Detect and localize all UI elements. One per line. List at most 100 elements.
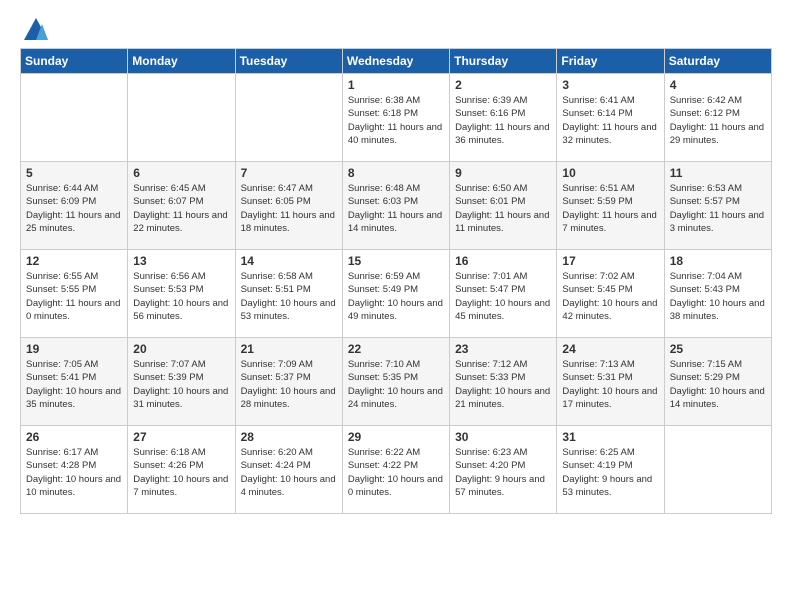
calendar-cell: 24Sunrise: 7:13 AM Sunset: 5:31 PM Dayli… (557, 338, 664, 426)
calendar-table: SundayMondayTuesdayWednesdayThursdayFrid… (20, 48, 772, 514)
calendar-cell: 3Sunrise: 6:41 AM Sunset: 6:14 PM Daylig… (557, 74, 664, 162)
calendar-cell: 17 Sunrise: 7:02 AM Sunset: 5:45 PM Dayli… (557, 250, 664, 338)
calendar-cell: 4Sunrise: 6:42 AM Sunset: 6:12 PM Daylig… (664, 74, 771, 162)
col-thursday: Thursday (450, 49, 557, 74)
day-number: 1 (348, 78, 444, 92)
day-info: Sunrise: 6:55 AM Sunset: 5:55 PM Dayligh… (26, 270, 122, 323)
calendar-cell: 18Sunrise: 7:04 AM Sunset: 5:43 PM Dayli… (664, 250, 771, 338)
day-number: 12 (26, 254, 122, 268)
calendar-cell: 8 Sunrise: 6:48 AM Sunset: 6:03 PM Daylig… (342, 162, 449, 250)
day-info: Sunrise: 6:17 AM Sunset: 4:28 PM Dayligh… (26, 446, 122, 499)
calendar-cell: 25Sunrise: 7:15 AM Sunset: 5:29 PM Dayli… (664, 338, 771, 426)
page: SundayMondayTuesdayWednesdayThursdayFrid… (0, 0, 792, 530)
calendar-cell: 12 Sunrise: 6:55 AM Sunset: 5:55 PM Dayli… (21, 250, 128, 338)
calendar-cell: 29 Sunrise: 6:22 AM Sunset: 4:22 PM Dayli… (342, 426, 449, 514)
day-info: Sunrise: 7:02 AM Sunset: 5:45 PM Dayligh… (562, 270, 658, 323)
day-number: 29 (348, 430, 444, 444)
day-info: Sunrise: 7:07 AM Sunset: 5:39 PM Dayligh… (133, 358, 229, 411)
calendar-cell (21, 74, 128, 162)
day-info: Sunrise: 7:13 AM Sunset: 5:31 PM Dayligh… (562, 358, 658, 411)
day-number: 23 (455, 342, 551, 356)
week-row: 5Sunrise: 6:44 AM Sunset: 6:09 PM Daylig… (21, 162, 772, 250)
logo-icon (22, 16, 50, 44)
calendar-cell (235, 74, 342, 162)
day-number: 17 (562, 254, 658, 268)
calendar-cell: 19 Sunrise: 7:05 AM Sunset: 5:41 PM Dayli… (21, 338, 128, 426)
day-number: 13 (133, 254, 229, 268)
day-info: Sunrise: 6:25 AM Sunset: 4:19 PM Dayligh… (562, 446, 658, 499)
day-info: Sunrise: 7:12 AM Sunset: 5:33 PM Dayligh… (455, 358, 551, 411)
col-saturday: Saturday (664, 49, 771, 74)
day-info: Sunrise: 7:05 AM Sunset: 5:41 PM Dayligh… (26, 358, 122, 411)
day-info: Sunrise: 6:44 AM Sunset: 6:09 PM Dayligh… (26, 182, 122, 235)
day-number: 15 (348, 254, 444, 268)
calendar-cell: 5Sunrise: 6:44 AM Sunset: 6:09 PM Daylig… (21, 162, 128, 250)
day-info: Sunrise: 6:39 AM Sunset: 6:16 PM Dayligh… (455, 94, 551, 147)
day-info: Sunrise: 6:38 AM Sunset: 6:18 PM Dayligh… (348, 94, 444, 147)
header (20, 16, 772, 38)
day-number: 22 (348, 342, 444, 356)
calendar-cell: 30 Sunrise: 6:23 AM Sunset: 4:20 PM Dayli… (450, 426, 557, 514)
day-info: Sunrise: 6:51 AM Sunset: 5:59 PM Dayligh… (562, 182, 658, 235)
calendar-cell: 22Sunrise: 7:10 AM Sunset: 5:35 PM Dayli… (342, 338, 449, 426)
calendar-cell: 20 Sunrise: 7:07 AM Sunset: 5:39 PM Dayli… (128, 338, 235, 426)
calendar-cell: 27 Sunrise: 6:18 AM Sunset: 4:26 PM Dayli… (128, 426, 235, 514)
calendar-cell: 10 Sunrise: 6:51 AM Sunset: 5:59 PM Dayli… (557, 162, 664, 250)
day-number: 8 (348, 166, 444, 180)
day-info: Sunrise: 6:53 AM Sunset: 5:57 PM Dayligh… (670, 182, 766, 235)
col-friday: Friday (557, 49, 664, 74)
calendar-cell: 2 Sunrise: 6:39 AM Sunset: 6:16 PM Daylig… (450, 74, 557, 162)
day-info: Sunrise: 6:47 AM Sunset: 6:05 PM Dayligh… (241, 182, 337, 235)
day-number: 26 (26, 430, 122, 444)
day-number: 2 (455, 78, 551, 92)
calendar-cell: 1 Sunrise: 6:38 AM Sunset: 6:18 PM Daylig… (342, 74, 449, 162)
day-number: 11 (670, 166, 766, 180)
day-number: 21 (241, 342, 337, 356)
calendar-cell: 14Sunrise: 6:58 AM Sunset: 5:51 PM Dayli… (235, 250, 342, 338)
day-info: Sunrise: 6:45 AM Sunset: 6:07 PM Dayligh… (133, 182, 229, 235)
day-info: Sunrise: 6:48 AM Sunset: 6:03 PM Dayligh… (348, 182, 444, 235)
calendar-cell: 16 Sunrise: 7:01 AM Sunset: 5:47 PM Dayli… (450, 250, 557, 338)
calendar-cell: 23 Sunrise: 7:12 AM Sunset: 5:33 PM Dayli… (450, 338, 557, 426)
day-number: 19 (26, 342, 122, 356)
day-number: 25 (670, 342, 766, 356)
calendar-cell (128, 74, 235, 162)
day-info: Sunrise: 7:04 AM Sunset: 5:43 PM Dayligh… (670, 270, 766, 323)
calendar-cell: 31 Sunrise: 6:25 AM Sunset: 4:19 PM Dayli… (557, 426, 664, 514)
day-number: 16 (455, 254, 551, 268)
day-info: Sunrise: 6:20 AM Sunset: 4:24 PM Dayligh… (241, 446, 337, 499)
day-number: 27 (133, 430, 229, 444)
day-number: 20 (133, 342, 229, 356)
calendar-cell: 11 Sunrise: 6:53 AM Sunset: 5:57 PM Dayli… (664, 162, 771, 250)
day-info: Sunrise: 7:01 AM Sunset: 5:47 PM Dayligh… (455, 270, 551, 323)
calendar-cell: 21 Sunrise: 7:09 AM Sunset: 5:37 PM Dayli… (235, 338, 342, 426)
day-number: 9 (455, 166, 551, 180)
day-info: Sunrise: 6:22 AM Sunset: 4:22 PM Dayligh… (348, 446, 444, 499)
calendar-cell: 28Sunrise: 6:20 AM Sunset: 4:24 PM Dayli… (235, 426, 342, 514)
calendar-cell: 13 Sunrise: 6:56 AM Sunset: 5:53 PM Dayli… (128, 250, 235, 338)
day-info: Sunrise: 6:50 AM Sunset: 6:01 PM Dayligh… (455, 182, 551, 235)
day-info: Sunrise: 7:09 AM Sunset: 5:37 PM Dayligh… (241, 358, 337, 411)
col-wednesday: Wednesday (342, 49, 449, 74)
day-number: 6 (133, 166, 229, 180)
logo (20, 16, 50, 38)
day-number: 14 (241, 254, 337, 268)
week-row: 19 Sunrise: 7:05 AM Sunset: 5:41 PM Dayli… (21, 338, 772, 426)
day-number: 4 (670, 78, 766, 92)
day-info: Sunrise: 6:56 AM Sunset: 5:53 PM Dayligh… (133, 270, 229, 323)
day-number: 10 (562, 166, 658, 180)
week-row: 12 Sunrise: 6:55 AM Sunset: 5:55 PM Dayli… (21, 250, 772, 338)
col-sunday: Sunday (21, 49, 128, 74)
week-row: 1 Sunrise: 6:38 AM Sunset: 6:18 PM Daylig… (21, 74, 772, 162)
day-info: Sunrise: 6:59 AM Sunset: 5:49 PM Dayligh… (348, 270, 444, 323)
day-number: 31 (562, 430, 658, 444)
day-number: 30 (455, 430, 551, 444)
day-info: Sunrise: 6:18 AM Sunset: 4:26 PM Dayligh… (133, 446, 229, 499)
day-info: Sunrise: 6:23 AM Sunset: 4:20 PM Dayligh… (455, 446, 551, 499)
day-number: 7 (241, 166, 337, 180)
calendar-cell: 6 Sunrise: 6:45 AM Sunset: 6:07 PM Daylig… (128, 162, 235, 250)
calendar-cell: 26 Sunrise: 6:17 AM Sunset: 4:28 PM Dayli… (21, 426, 128, 514)
week-row: 26 Sunrise: 6:17 AM Sunset: 4:28 PM Dayli… (21, 426, 772, 514)
calendar-cell: 9 Sunrise: 6:50 AM Sunset: 6:01 PM Daylig… (450, 162, 557, 250)
calendar-cell: 7 Sunrise: 6:47 AM Sunset: 6:05 PM Daylig… (235, 162, 342, 250)
